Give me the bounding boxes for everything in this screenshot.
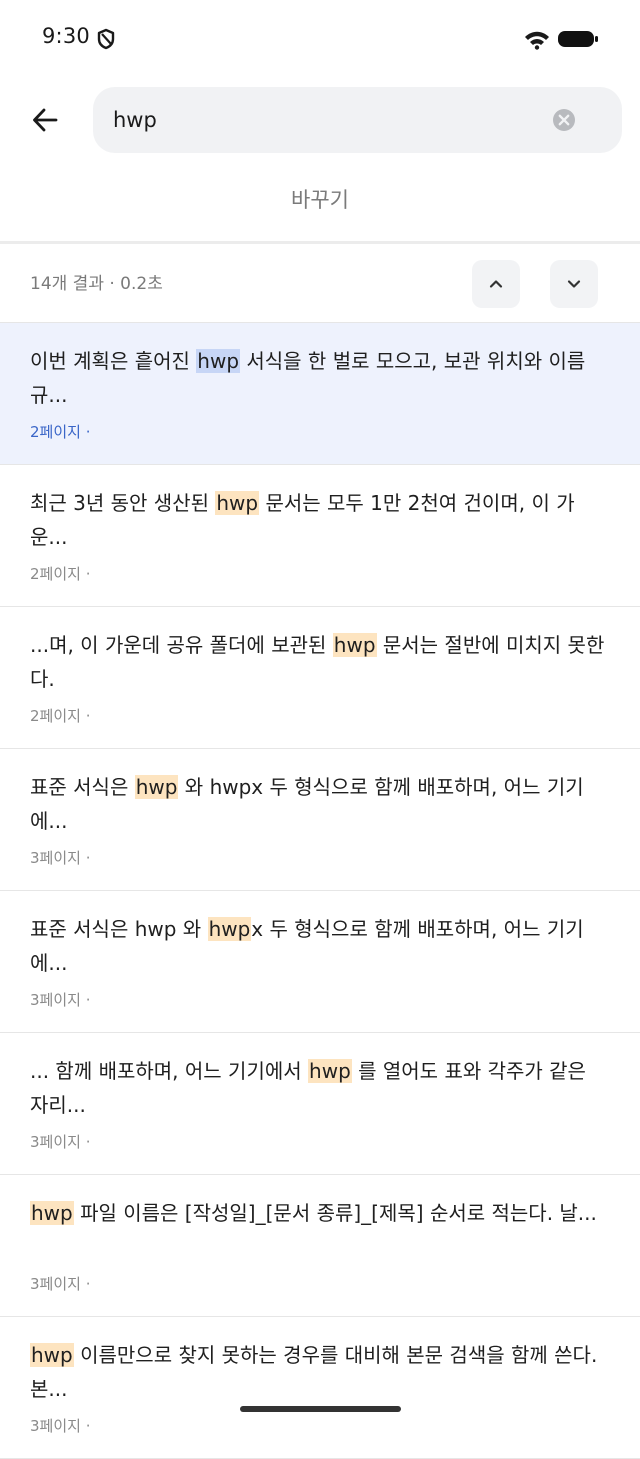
result-list: 이번 계획은 흩어진 hwp 서식을 한 벌로 모으고, 보관 위치와 이름 규… xyxy=(0,323,640,1459)
page-label: 3페이지 · xyxy=(30,1275,91,1293)
match-highlight: hwp xyxy=(308,1059,352,1083)
match-highlight: hwp xyxy=(207,917,252,941)
result-item[interactable]: 표준 서식은 hwp 와 hwpx 두 형식으로 함께 배포하며, 어느 기기에… xyxy=(0,891,640,1033)
result-snippet: ...며, 이 가운데 공유 폴더에 보관된 hwp 문서는 절반에 미치지 못… xyxy=(30,628,610,696)
result-snippet: 표준 서식은 hwp 와 hwpx 두 형식으로 함께 배포하며, 어느 기기에… xyxy=(30,770,610,838)
result-count: 14개 결과 · 0.2초 xyxy=(30,274,163,294)
home-indicator[interactable] xyxy=(240,1406,401,1412)
page-label: 3페이지 · xyxy=(30,1417,91,1435)
result-snippet: 이번 계획은 흩어진 hwp 서식을 한 벌로 모으고, 보관 위치와 이름 규… xyxy=(30,344,610,412)
previous-result-button[interactable] xyxy=(472,260,520,308)
snippet-text-before: ...며, 이 가운데 공유 폴더에 보관된 xyxy=(30,633,333,657)
page-label: 3페이지 · xyxy=(30,991,91,1009)
search-input[interactable] xyxy=(113,87,533,153)
battery-icon xyxy=(558,31,598,47)
result-item[interactable]: 이번 계획은 흩어진 hwp 서식을 한 벌로 모으고, 보관 위치와 이름 규… xyxy=(0,323,640,465)
replace-button[interactable]: 바꾸기 xyxy=(0,176,640,224)
page-label: 2페이지 · xyxy=(30,707,91,725)
chevron-down-icon xyxy=(567,280,581,288)
divider xyxy=(0,241,640,244)
result-item[interactable]: hwp 이름만으로 찾지 못하는 경우를 대비해 본문 검색을 함께 쓴다. 본… xyxy=(0,1317,640,1459)
back-button[interactable] xyxy=(22,97,68,143)
match-highlight: hwp xyxy=(196,349,241,373)
result-item[interactable]: 표준 서식은 hwp 와 hwpx 두 형식으로 함께 배포하며, 어느 기기에… xyxy=(0,749,640,891)
page-label: 2페이지 · xyxy=(30,565,91,583)
page-label: 3페이지 · xyxy=(30,1133,91,1151)
snippet-text-after: 이름만으로 찾지 못하는 경우를 대비해 본문 검색을 함께 쓴다. 본... xyxy=(30,1343,598,1401)
clear-circle-icon[interactable] xyxy=(552,108,576,132)
snippet-text-before: 표준 서식은 xyxy=(30,775,135,799)
match-highlight: hwp xyxy=(332,633,377,657)
match-highlight: hwp xyxy=(30,1343,74,1367)
page-label: 3페이지 · xyxy=(30,849,91,867)
result-snippet: 최근 3년 동안 생산된 hwp 문서는 모두 1만 2천여 건이며, 이 가운… xyxy=(30,486,610,554)
result-snippet: ... 함께 배포하며, 어느 기기에서 hwp 를 열어도 표와 각주가 같은… xyxy=(30,1054,610,1122)
chevron-up-icon xyxy=(489,280,503,288)
snippet-text-before: 이번 계획은 흩어진 xyxy=(30,349,197,373)
match-highlight: hwp xyxy=(215,491,260,515)
result-snippet: 표준 서식은 hwp 와 hwpx 두 형식으로 함께 배포하며, 어느 기기에… xyxy=(30,912,610,980)
status-bar: 9:30 xyxy=(0,0,640,80)
search-box xyxy=(93,87,622,153)
status-time: 9:30 xyxy=(42,24,90,48)
snippet-text-after: 파일 이름은 [작성일]_[문서 종류]_[제목] 순서로 적는다. 날... xyxy=(73,1201,597,1225)
page-label: 2페이지 · xyxy=(30,423,91,441)
result-item[interactable]: 최근 3년 동안 생산된 hwp 문서는 모두 1만 2천여 건이며, 이 가운… xyxy=(0,465,640,607)
result-item[interactable]: ... 함께 배포하며, 어느 기기에서 hwp 를 열어도 표와 각주가 같은… xyxy=(0,1033,640,1175)
match-highlight: hwp xyxy=(30,1201,74,1225)
result-item[interactable]: ...며, 이 가운데 공유 폴더에 보관된 hwp 문서는 절반에 미치지 못… xyxy=(0,607,640,749)
match-highlight: hwp xyxy=(134,775,179,799)
result-snippet: hwp 이름만으로 찾지 못하는 경우를 대비해 본문 검색을 함께 쓴다. 본… xyxy=(30,1338,610,1406)
shield-icon xyxy=(97,28,115,50)
result-item[interactable]: hwp 파일 이름은 [작성일]_[문서 종류]_[제목] 순서로 적는다. 날… xyxy=(0,1175,640,1317)
snippet-text-before: 최근 3년 동안 생산된 xyxy=(30,491,216,515)
next-result-button[interactable] xyxy=(550,260,598,308)
snippet-text-before: ... 함께 배포하며, 어느 기기에서 xyxy=(30,1059,309,1083)
snippet-text-before: 표준 서식은 hwp 와 xyxy=(30,917,208,941)
wifi-icon xyxy=(525,31,549,50)
result-snippet: hwp 파일 이름은 [작성일]_[문서 종류]_[제목] 순서로 적는다. 날… xyxy=(30,1196,610,1264)
arrow-left-icon xyxy=(33,108,58,132)
